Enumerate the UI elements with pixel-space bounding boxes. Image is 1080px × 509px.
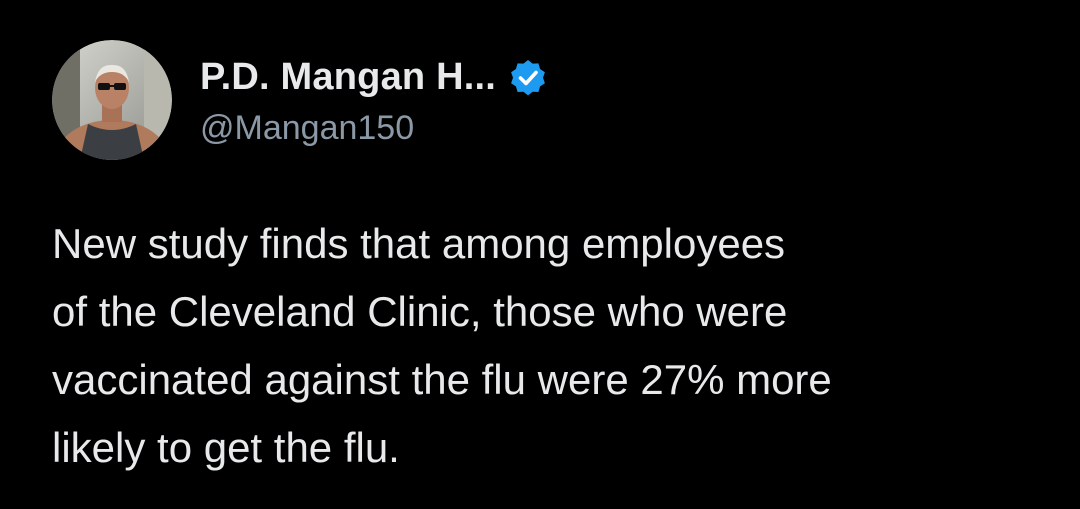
tweet-text: New study finds that among employees of … [52,210,1052,482]
tweet-card: P.D. Mangan H... @Mangan150 New study fi… [0,0,1080,509]
avatar-photo-icon [52,40,172,160]
name-row: P.D. Mangan H... [200,53,548,103]
tweet-text-line: likely to get the flu. [52,424,400,471]
tweet-text-line: New study finds that among employees [52,220,786,267]
tweet-header: P.D. Mangan H... @Mangan150 [52,40,548,160]
author-display-name[interactable]: P.D. Mangan H... [200,56,496,99]
author-names: P.D. Mangan H... @Mangan150 [200,40,548,160]
tweet-text-line: of the Cleveland Clinic, those who were [52,288,788,335]
author-handle[interactable]: @Mangan150 [200,109,548,148]
tweet-text-line: vaccinated against the flu were 27% more [52,356,832,403]
verified-badge-icon [508,58,548,98]
avatar[interactable] [52,40,172,160]
